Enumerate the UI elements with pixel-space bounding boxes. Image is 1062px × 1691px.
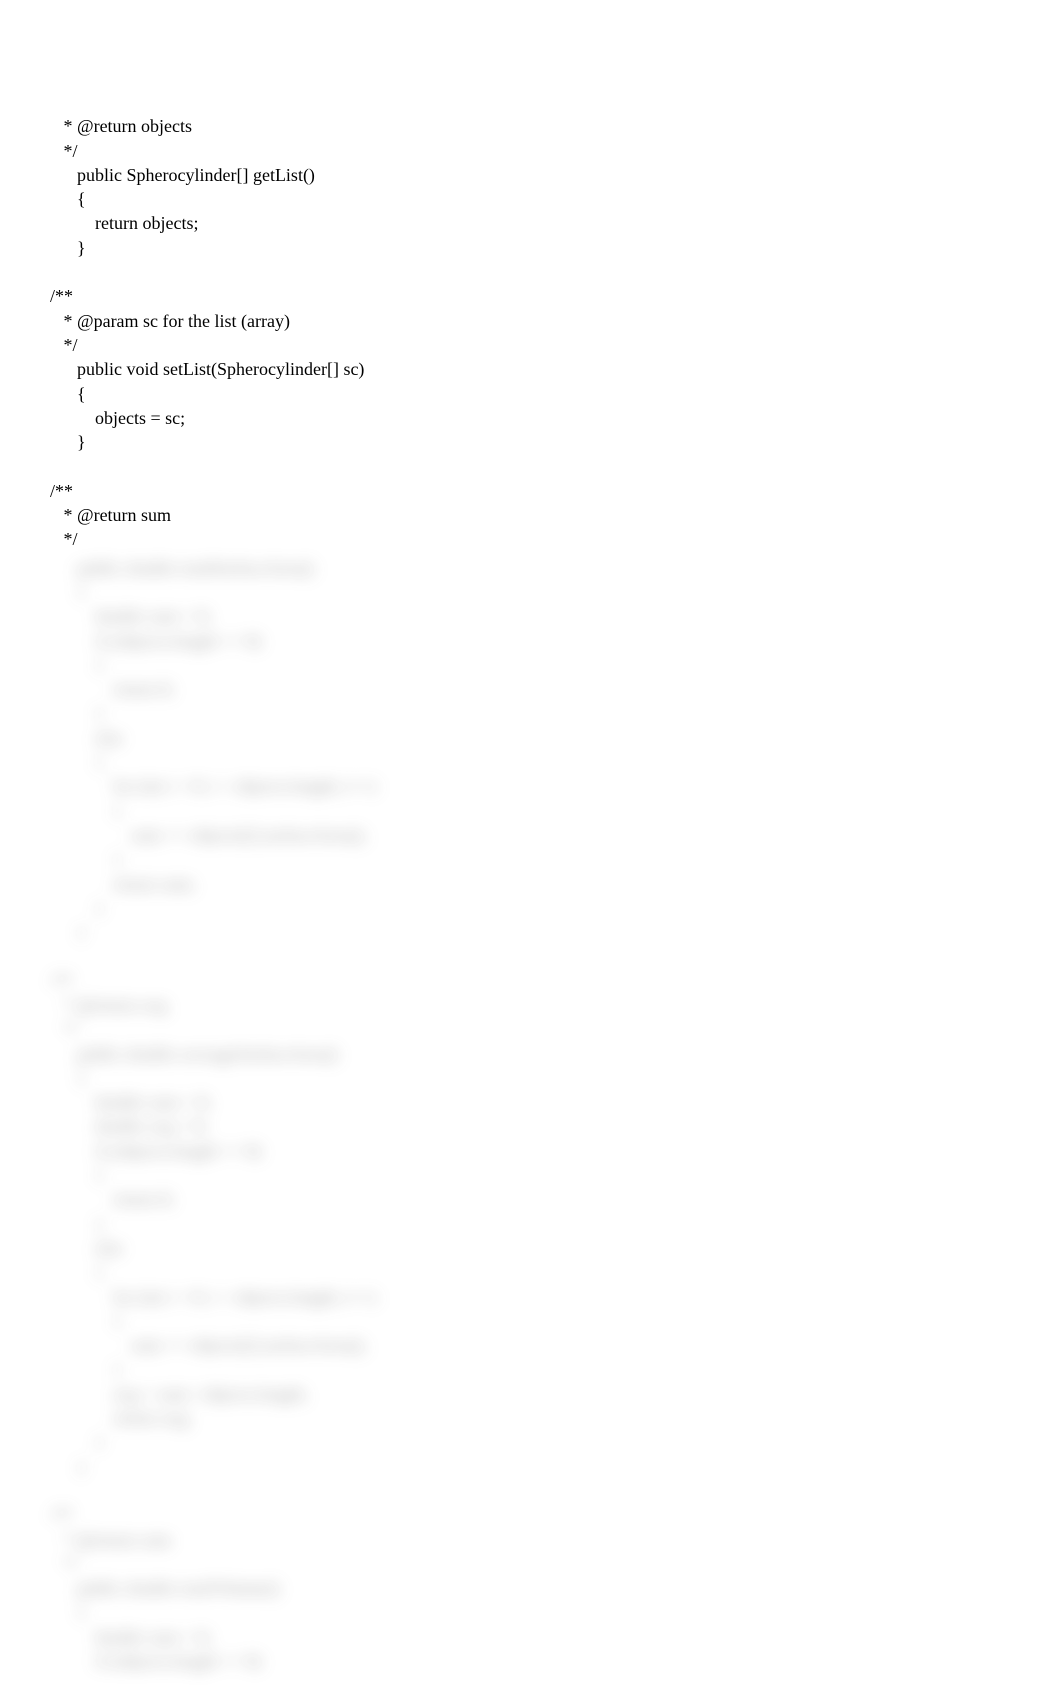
code-visible-section: * @return objects */ public Spherocylind… [50,90,1012,552]
code-line: */ [50,529,78,549]
code-line: public void setList(Spherocylinder[] sc) [50,359,364,379]
code-line: } [50,432,86,452]
code-line: { [50,189,86,209]
code-line: public Spherocylinder[] getList() [50,165,315,185]
code-line: * @return objects [50,116,192,136]
code-line: return objects; [50,213,198,233]
code-line: { [50,384,86,404]
code-line: */ [50,335,78,355]
code-line: objects = sc; [50,408,185,428]
code-blurred-section: public double totalSurfaceArea() { doubl… [50,556,1012,1674]
code-line: * @param sc for the list (array) [50,311,290,331]
code-line: * @return sum [50,505,171,525]
code-line: */ [50,141,78,161]
code-line: /** [50,286,73,306]
code-line: /** [50,481,73,501]
code-line: } [50,238,86,258]
